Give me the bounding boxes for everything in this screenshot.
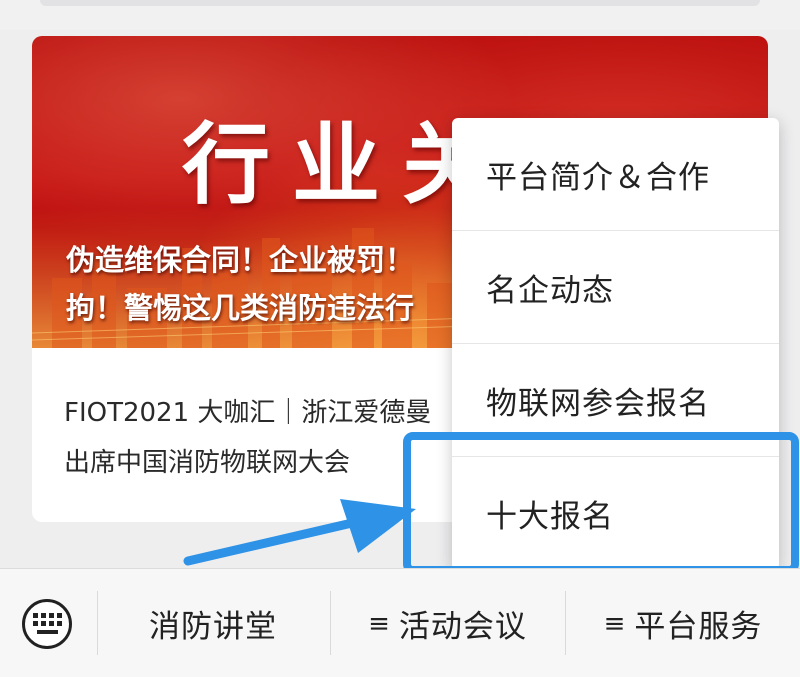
tab-label: 消防讲堂 <box>149 609 277 645</box>
menu-item-label: 名企动态 <box>486 272 614 309</box>
menu-lines-icon: ≡ <box>368 608 391 639</box>
keyboard-icon <box>33 613 62 634</box>
tab-label: 活动会议 <box>398 609 527 645</box>
menu-item-company-news[interactable]: 名企动态 <box>452 231 779 344</box>
tab-events-meetings[interactable]: ≡ 活动会议 <box>331 569 564 677</box>
tab-platform-services[interactable]: ≡ 平台服务 <box>566 569 800 677</box>
annotation-arrow-icon <box>183 499 416 566</box>
tab-fire-lecture[interactable]: 消防讲堂 <box>98 569 328 677</box>
keyboard-toggle-button[interactable] <box>22 599 72 649</box>
top-content-strip <box>0 0 800 30</box>
highlight-annotation-box <box>403 432 799 574</box>
menu-item-label: 平台简介＆合作 <box>486 159 710 196</box>
menu-lines-icon: ≡ <box>603 608 627 639</box>
menu-item-label: 物联网参会报名 <box>486 385 710 422</box>
tab-label: 平台服务 <box>634 609 763 645</box>
menu-item-platform-intro[interactable]: 平台简介＆合作 <box>452 118 779 231</box>
previous-card-edge <box>40 0 760 6</box>
bottom-menu-bar: 消防讲堂 ≡ 活动会议 ≡ 平台服务 <box>0 568 800 677</box>
